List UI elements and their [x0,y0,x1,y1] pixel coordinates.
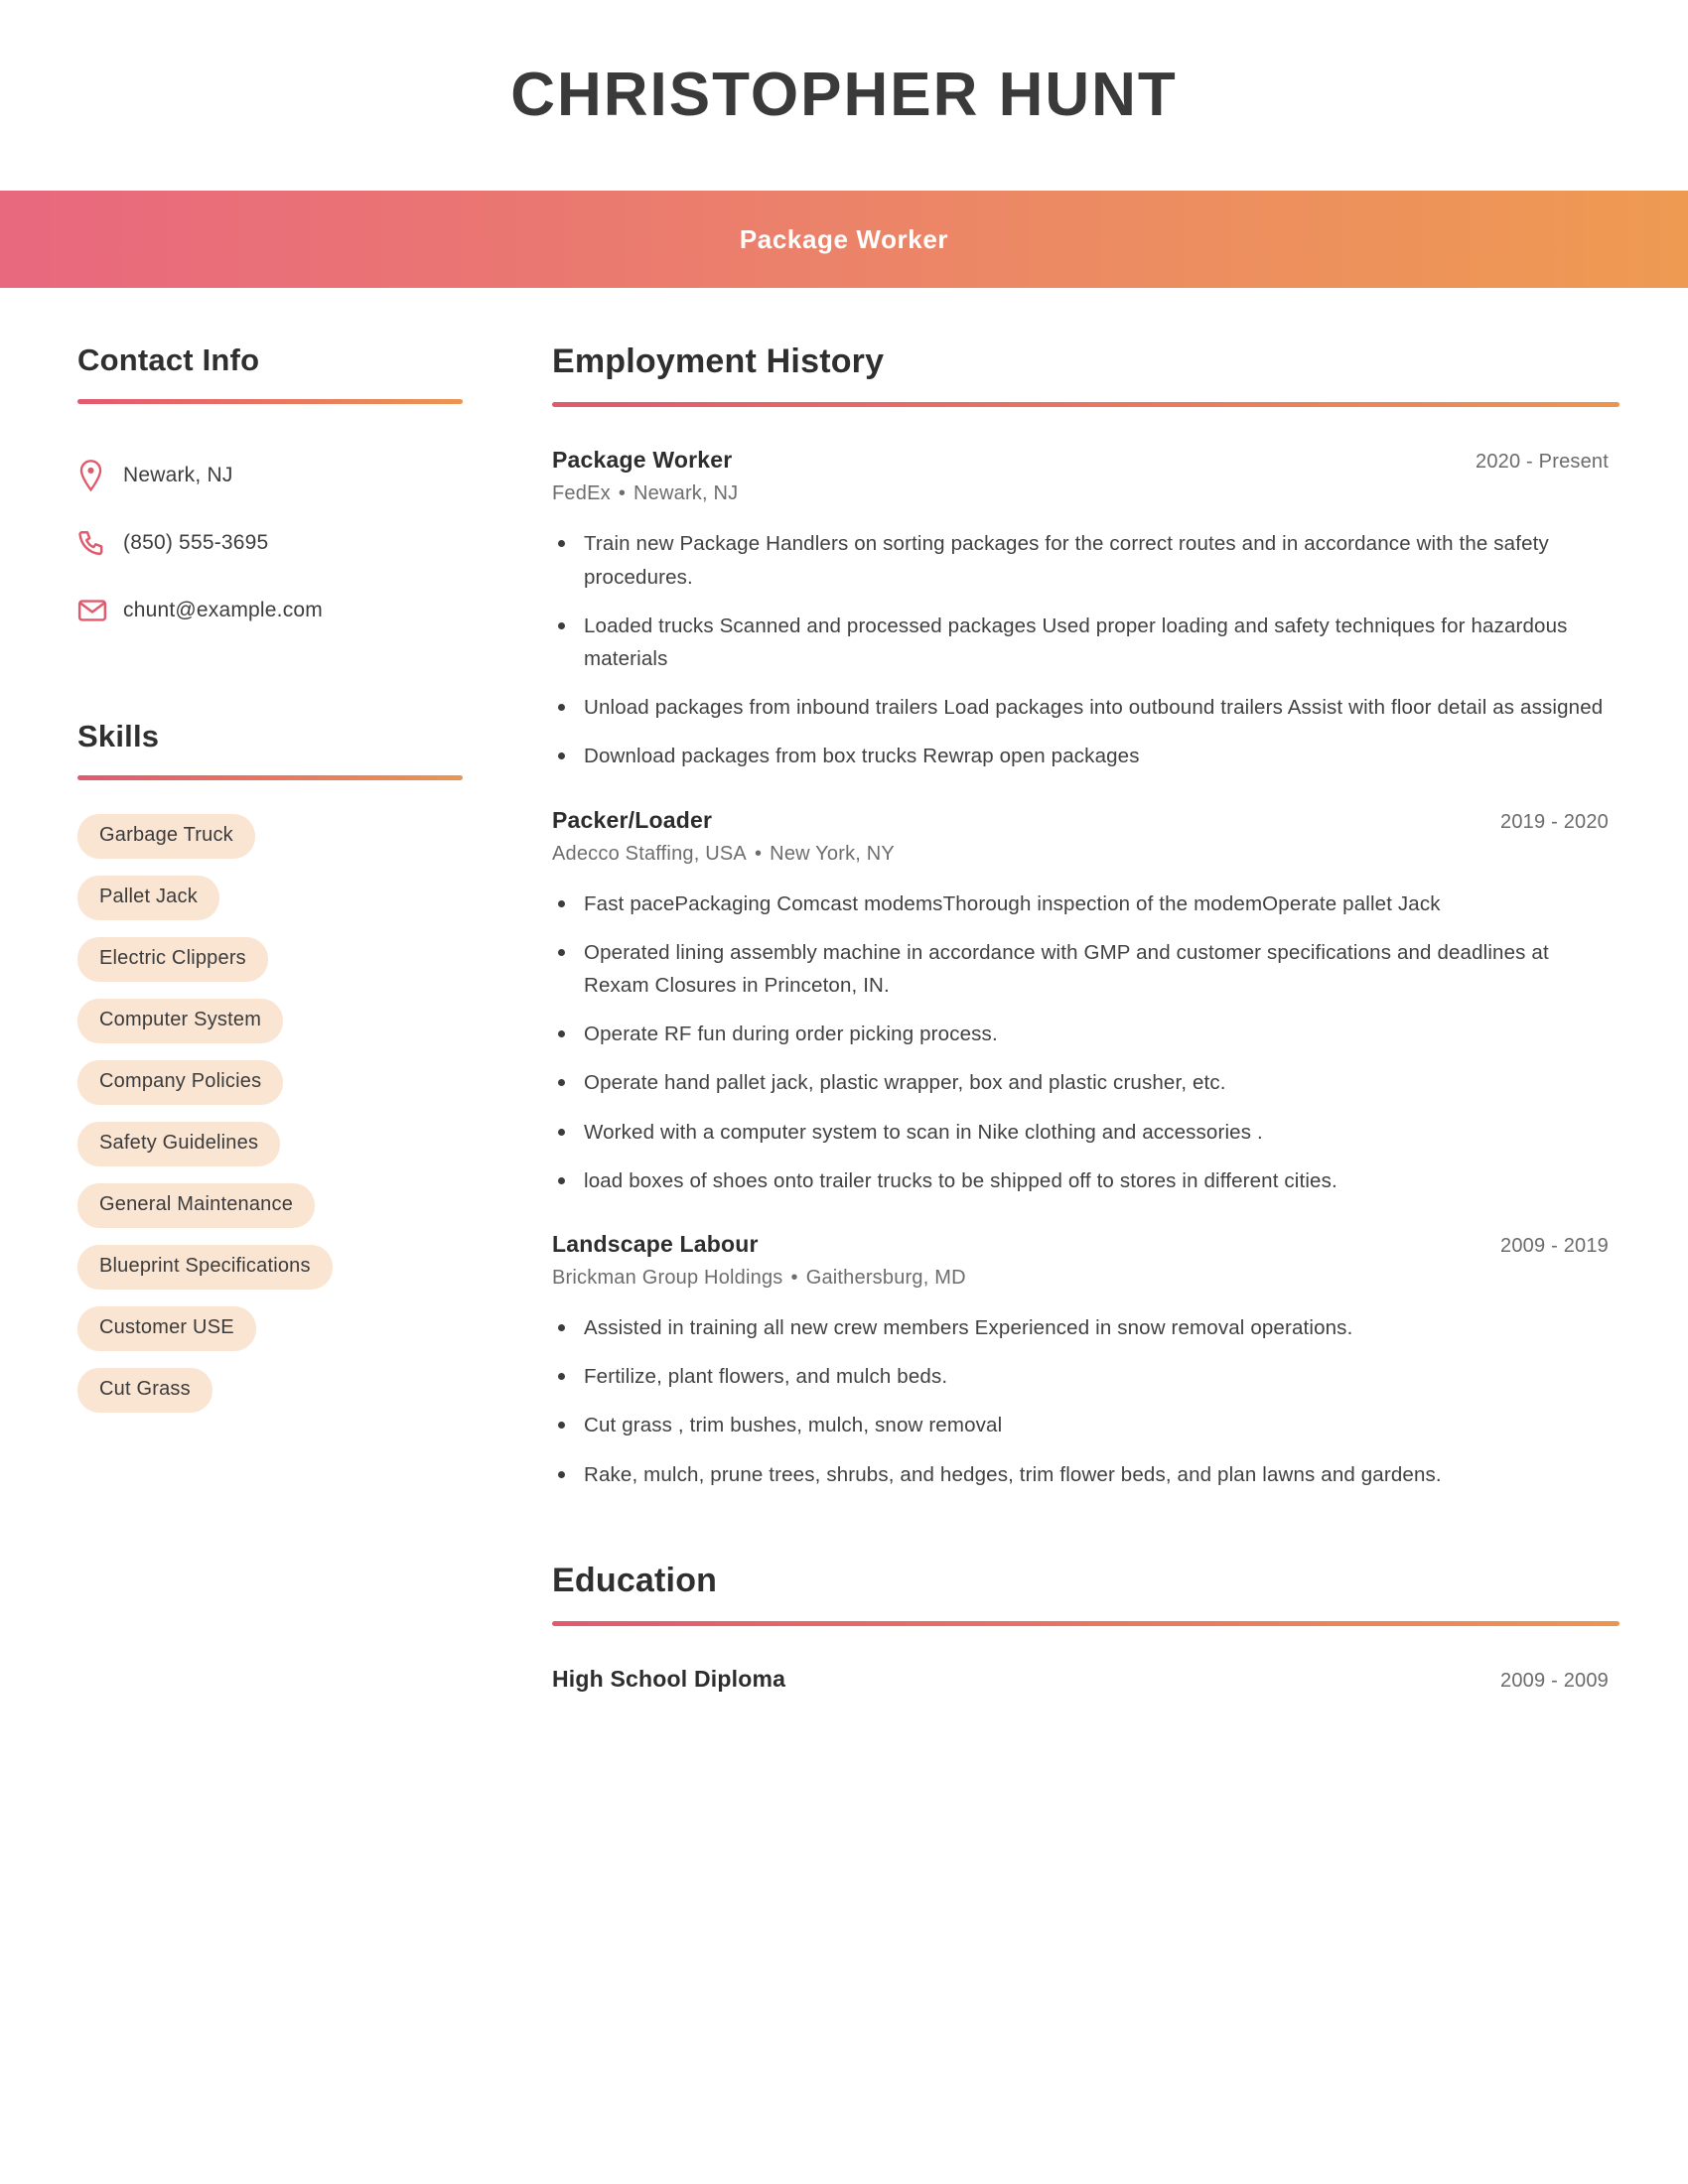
skill-chip[interactable]: Safety Guidelines [77,1122,281,1167]
education-entry: High School Diploma 2009 - 2009 [552,1666,1609,1693]
skill-list: Garbage Truck Pallet Jack Electric Clipper… [77,814,487,1430]
skill-chip[interactable]: Garbage Truck [77,814,255,860]
section-divider [552,1621,1619,1627]
skill-chip[interactable]: Blueprint Specifications [77,1245,333,1291]
resume-header: CHRISTOPHER HUNT [0,0,1688,191]
contact-item[interactable]: (850) 555-3695 [77,509,487,577]
job-dates: 2019 - 2020 [1500,810,1609,833]
job-bullet: Download packages from box trucks Rewrap… [552,740,1609,772]
job-location: New York, NY [770,842,895,865]
job-bullet-list: Assisted in training all new crew member… [552,1311,1609,1491]
location-pin-icon [77,459,123,492]
job-company: Adecco Staffing, USA [552,842,747,865]
job-title: Landscape Labour [552,1231,759,1258]
skill-chip[interactable]: Computer System [77,999,284,1044]
job-list: Package Worker 2020 - Present FedEx • Newark… [552,447,1609,1490]
job-company-location: Brickman Group Holdings • Gaithersburg, MD [552,1267,1609,1290]
section-divider [77,775,463,781]
education-list: High School Diploma 2009 - 2009 [552,1666,1609,1693]
education-dates: 2009 - 2009 [1500,1670,1609,1693]
skills-heading: Skills [77,719,160,754]
job-header: Package Worker 2020 - Present [552,447,1609,474]
separator-bullet-icon: • [618,482,627,505]
job-entry: Packer/Loader 2019 - 2020 Adecco Staffing,… [552,807,1609,1197]
candidate-job-title: Package Worker [739,223,949,254]
job-company-location: FedEx • Newark, NJ [552,482,1609,505]
resume-body: Contact Info Newark, NJ (850) 555-3695 chu… [0,288,1688,1693]
job-bullet: Loaded trucks Scanned and processed pack… [552,610,1609,675]
contact-item[interactable]: chunt@example.com [77,577,487,644]
job-bullet-list: Fast pacePackaging Comcast modemsThoroug… [552,887,1609,1197]
job-bullet: Operate RF fun during order picking proc… [552,1018,1609,1050]
skill-row: Safety Guidelines [77,1122,487,1183]
job-dates: 2009 - 2019 [1500,1235,1609,1258]
job-title-band: Package Worker [0,191,1688,288]
skill-chip[interactable]: Customer USE [77,1306,256,1352]
education-degree: High School Diploma [552,1666,786,1693]
skill-chip[interactable]: Electric Clippers [77,937,268,983]
job-bullet: load boxes of shoes onto trailer trucks … [552,1164,1609,1197]
job-bullet: Operate hand pallet jack, plastic wrappe… [552,1066,1609,1099]
sidebar-column: Contact Info Newark, NJ (850) 555-3695 chu… [0,342,487,1693]
phone-icon [77,529,123,558]
job-location: Newark, NJ [633,482,739,505]
envelope-icon [77,598,123,623]
contact-item-value: Newark, NJ [123,464,233,487]
separator-bullet-icon: • [754,842,763,865]
job-header: Packer/Loader 2019 - 2020 [552,807,1609,834]
skill-row: Company Policies [77,1060,487,1122]
job-bullet: Cut grass , trim bushes, mulch, snow rem… [552,1409,1609,1441]
contact-item-value: (850) 555-3695 [123,531,269,555]
job-bullet: Assisted in training all new crew member… [552,1311,1609,1344]
skill-row: Cut Grass [77,1368,487,1430]
education-section: Education High School Diploma 2009 - 2009 [552,1561,1619,1693]
job-bullet: Worked with a computer system to scan in… [552,1116,1609,1149]
main-column: Employment History Package Worker 2020 - … [487,342,1688,1693]
job-company: FedEx [552,482,611,505]
skill-row: Customer USE [77,1306,487,1368]
skill-row: Garbage Truck [77,814,487,876]
job-header: Landscape Labour 2009 - 2019 [552,1231,1609,1258]
skills-section: Skills Garbage Truck Pallet Jack Electric … [77,719,487,1430]
skill-row: Blueprint Specifications [77,1245,487,1306]
contact-info-section: Contact Info Newark, NJ (850) 555-3695 chu… [77,342,487,644]
job-bullet-list: Train new Package Handlers on sorting pa… [552,527,1609,772]
job-bullet: Train new Package Handlers on sorting pa… [552,527,1609,593]
resume-page: CHRISTOPHER HUNT Package Worker Contact … [0,0,1688,2184]
job-location: Gaithersburg, MD [805,1267,966,1290]
skill-chip[interactable]: Pallet Jack [77,876,219,921]
section-divider [552,402,1619,408]
job-company: Brickman Group Holdings [552,1267,783,1290]
job-bullet: Rake, mulch, prune trees, shrubs, and he… [552,1458,1609,1491]
contact-info-heading: Contact Info [77,342,260,377]
job-bullet: Fast pacePackaging Comcast modemsThoroug… [552,887,1609,920]
contact-list: Newark, NJ (850) 555-3695 chunt@example.co… [77,442,487,644]
job-company-location: Adecco Staffing, USA • New York, NY [552,843,1609,866]
candidate-name: CHRISTOPHER HUNT [510,61,1178,130]
skill-row: Electric Clippers [77,937,487,999]
job-bullet: Fertilize, plant flowers, and mulch beds… [552,1360,1609,1393]
job-dates: 2020 - Present [1476,451,1609,474]
employment-history-heading: Employment History [552,342,885,380]
skill-row: Computer System [77,999,487,1060]
education-heading: Education [552,1561,718,1599]
skill-chip[interactable]: Cut Grass [77,1368,212,1414]
job-entry: Landscape Labour 2009 - 2019 Brickman Grou… [552,1231,1609,1491]
job-title: Package Worker [552,447,733,474]
skill-row: General Maintenance [77,1183,487,1245]
contact-item[interactable]: Newark, NJ [77,442,487,509]
skill-chip[interactable]: General Maintenance [77,1183,316,1229]
section-divider [77,399,463,405]
skill-row: Pallet Jack [77,876,487,937]
job-entry: Package Worker 2020 - Present FedEx • Newark… [552,447,1609,772]
employment-history-section: Employment History Package Worker 2020 - … [552,342,1619,1491]
job-bullet: Operated lining assembly machine in acco… [552,936,1609,1002]
job-bullet: Unload packages from inbound trailers Lo… [552,691,1609,724]
job-title: Packer/Loader [552,806,713,833]
contact-item-value: chunt@example.com [123,599,323,622]
skill-chip[interactable]: Company Policies [77,1060,284,1106]
separator-bullet-icon: • [790,1267,798,1290]
